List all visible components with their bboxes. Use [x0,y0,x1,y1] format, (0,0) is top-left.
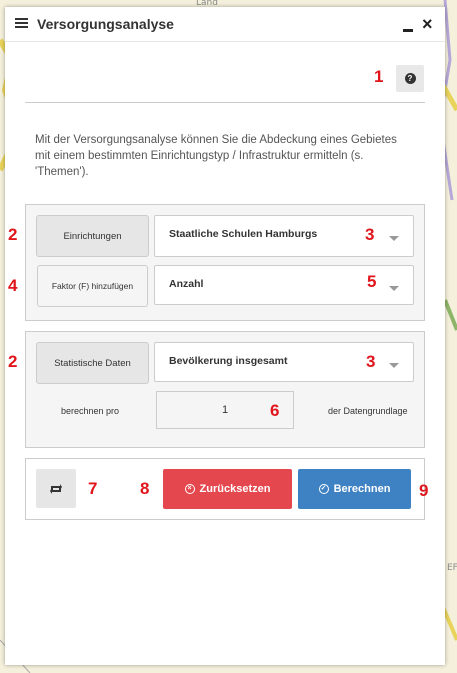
annotation-6: 6 [270,401,280,420]
panel-title: Versorgungsanalyse [37,16,174,32]
annotation-8: 8 [140,479,150,498]
divider [25,102,425,103]
annotation-7: 7 [88,479,98,498]
toggle-button[interactable] [36,469,76,508]
annotation-5: 5 [367,272,377,291]
berechnen-pro-label: berechnen pro [61,406,120,416]
einrichtungen-button[interactable]: Einrichtungen [36,215,149,257]
question-circle-icon: ? [404,73,416,84]
help-button[interactable]: ? [396,65,424,92]
annotation-9: 9 [419,481,429,500]
reset-label: Zurücksetzen [199,483,271,495]
times-circle-icon: × [184,484,195,494]
annotation-2: 2 [8,352,18,371]
minimize-icon[interactable] [403,29,413,32]
chevron-down-icon [389,236,399,241]
map-label: EF [447,563,457,573]
einrichtungen-value: Staatliche Schulen Hamburgs [169,228,318,240]
annotation-4: 4 [8,276,18,295]
faktor-button[interactable]: Faktor (F) hinzufügen [37,265,148,307]
calculate-label: Berechnen [333,483,391,495]
datengrundlage-label: der Datengrundlage [328,406,408,416]
statistische-daten-button[interactable]: Statistische Daten [36,342,149,384]
close-icon[interactable]: × [422,14,433,34]
faktor-value: Anzahl [169,278,204,290]
intro-text: Mit der Versorgungsanalyse können Sie di… [35,134,397,178]
versorgungsanalyse-panel: Versorgungsanalyse × ? Mit der Versorgun… [5,7,445,665]
statistische-daten-value: Bevölkerung insgesamt [169,355,288,367]
reset-button[interactable]: × Zurücksetzen [163,469,292,509]
annotation-3: 3 [366,352,376,371]
chevron-down-icon [389,286,399,291]
calculate-button[interactable]: ✓ Berechnen [298,469,411,509]
annotation-3: 3 [365,225,375,244]
swap-icon [50,483,62,494]
chevron-down-icon [389,363,399,368]
panel-header: Versorgungsanalyse × [5,7,445,42]
list-icon [15,18,28,31]
annotation-1: 1 [374,67,384,86]
check-circle-icon: ✓ [318,484,329,494]
einrichtungen-select[interactable]: Staatliche Schulen Hamburgs [154,215,414,257]
annotation-2: 2 [8,225,18,244]
